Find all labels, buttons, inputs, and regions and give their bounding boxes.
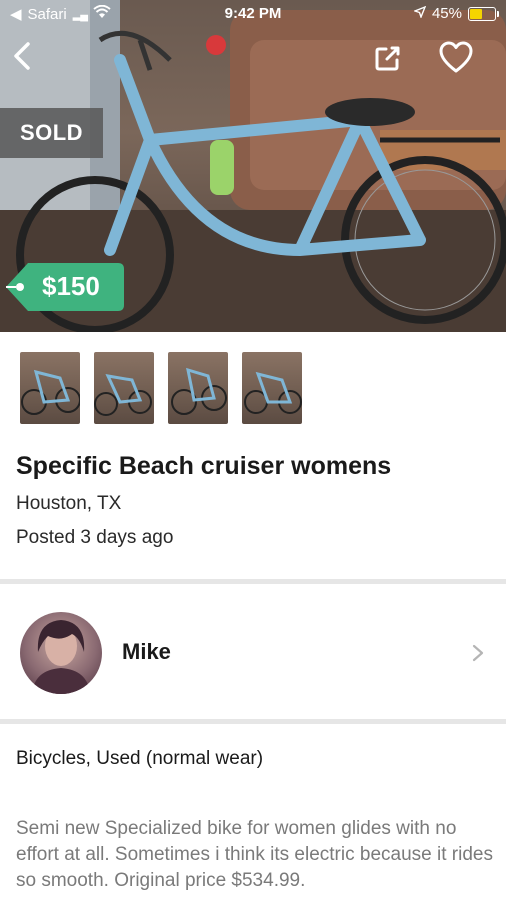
back-button[interactable] [8, 38, 38, 74]
heart-icon [439, 41, 473, 73]
share-button[interactable] [370, 40, 406, 76]
listing-description: Semi new Specialized bike for women glid… [16, 818, 493, 891]
status-bar: ◀ Safari ▂▄ 9:42 PM 45% [0, 0, 506, 30]
battery-percent: 45% [431, 5, 462, 22]
listing-title: Specific Beach cruiser womens [16, 452, 392, 480]
photo-thumbnail[interactable] [242, 352, 302, 424]
price-label: $150 [42, 271, 100, 301]
seller-profile-row[interactable]: Mike [0, 584, 506, 719]
photo-thumbnail[interactable] [20, 352, 80, 424]
seller-name: Mike [122, 639, 171, 664]
section-divider [0, 719, 506, 724]
battery-icon [468, 6, 499, 21]
listing-main-photo[interactable]: ◀ Safari ▂▄ 9:42 PM 45% SOLD $150 [0, 0, 506, 332]
sold-badge: SOLD [0, 108, 103, 158]
avatar[interactable] [20, 612, 102, 694]
listing-location: Houston, TX [16, 493, 122, 514]
share-icon [375, 46, 400, 71]
seller-photo [32, 620, 90, 694]
listing-posted-time: Posted 3 days ago [16, 527, 174, 548]
location-arrow-icon [412, 5, 427, 22]
photo-thumbnails [20, 352, 302, 424]
chevron-left-icon [14, 42, 30, 70]
chevron-right-icon [472, 644, 484, 662]
price-tag: $150 [6, 263, 124, 311]
listing-category-condition: Bicycles, Used (normal wear) [16, 748, 264, 769]
favorite-button[interactable] [438, 40, 474, 76]
photo-thumbnail[interactable] [168, 352, 228, 424]
photo-thumbnail[interactable] [94, 352, 154, 424]
